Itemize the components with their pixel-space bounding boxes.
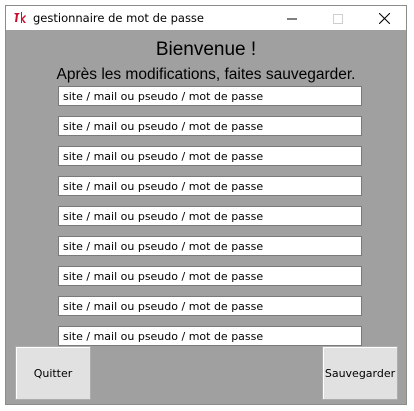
close-icon [378, 9, 390, 28]
minimize-button[interactable] [269, 6, 315, 30]
minimize-icon [287, 9, 297, 28]
credential-entry-8[interactable] [58, 296, 362, 316]
quit-button[interactable]: Quitter [15, 346, 91, 400]
maximize-icon [333, 9, 343, 28]
app-window: gestionnaire de mot de passe Bienvenue !… [5, 5, 407, 405]
credential-entry-3[interactable] [58, 146, 362, 166]
welcome-heading: Bienvenue ! [155, 39, 257, 60]
credential-entry-1[interactable] [58, 86, 362, 106]
credential-entry-6[interactable] [58, 236, 362, 256]
save-button[interactable]: Sauvegarder [322, 346, 398, 400]
credential-entry-9[interactable] [58, 326, 362, 346]
credential-entry-2[interactable] [58, 116, 362, 136]
instruction-text: Après les modifications, faites sauvegar… [56, 66, 356, 83]
window-title: gestionnaire de mot de passe [33, 11, 205, 25]
maximize-button[interactable] [315, 6, 361, 30]
main-panel: Bienvenue ! Après les modifications, fai… [6, 30, 406, 404]
credential-entry-5[interactable] [58, 206, 362, 226]
close-button[interactable] [361, 6, 407, 30]
tk-feather-icon [12, 10, 28, 26]
credential-entry-7[interactable] [58, 266, 362, 286]
credential-entry-4[interactable] [58, 176, 362, 196]
title-bar[interactable]: gestionnaire de mot de passe [6, 6, 406, 30]
